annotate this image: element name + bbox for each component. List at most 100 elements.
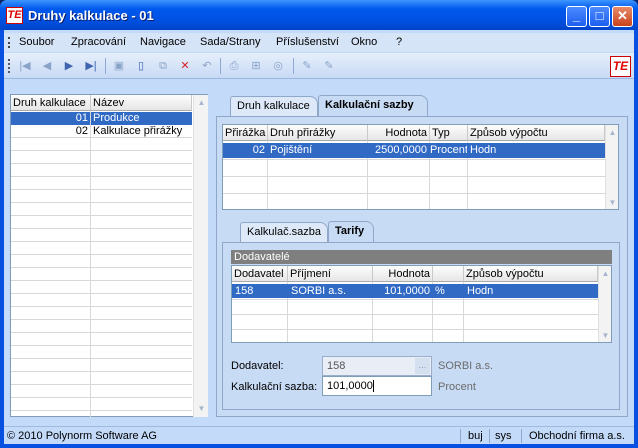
column-header-druh-prirazky[interactable]: Druh přirážky — [268, 125, 368, 141]
table-cell-zpusob: Hodn — [470, 144, 497, 156]
rate-input[interactable]: 101,0000 — [322, 376, 432, 396]
toolbar-separator — [105, 58, 106, 74]
status-system: sys — [495, 430, 512, 442]
column-header-prijmeni[interactable]: Příjmení — [288, 266, 373, 282]
scroll-down-icon[interactable]: ▼ — [606, 196, 618, 209]
row-divider — [11, 254, 192, 255]
column-header-dodavatel[interactable]: Dodavatel — [232, 266, 288, 282]
menu-zpracovani[interactable]: Zpracování — [71, 36, 126, 48]
row-divider — [11, 358, 192, 359]
undo-icon[interactable]: ↶ — [200, 59, 214, 73]
previous-record-icon[interactable]: ◀ — [40, 59, 54, 73]
application-window: TE Druhy kalkulace - 01 _ □ ✕ Soubor Zpr… — [0, 0, 638, 448]
scroll-up-icon[interactable]: ▲ — [606, 126, 618, 139]
row-divider — [11, 345, 192, 346]
menu-prislusenstvi[interactable]: Příslušenství — [276, 36, 339, 48]
brand-logo-icon: TE — [610, 56, 631, 77]
column-header-hodnota[interactable]: Hodnota — [368, 125, 430, 141]
column-header-unit[interactable] — [433, 266, 464, 282]
text-cursor — [372, 380, 374, 393]
row-divider — [11, 215, 192, 216]
table-cell-hodnota: 2500,0000 — [375, 144, 427, 156]
row-divider — [11, 176, 192, 177]
tab-tarify[interactable]: Tarify — [328, 221, 374, 242]
left-grid-scrollbar[interactable]: ▲ ▼ — [193, 95, 208, 417]
save-icon[interactable]: ▣ — [112, 59, 126, 73]
row-divider — [11, 410, 192, 411]
rate-label: Kalkulační sazba: — [231, 381, 318, 393]
row-divider — [11, 150, 192, 151]
column-header-zpusob-vypoctu[interactable]: Způsob výpočtu — [468, 125, 605, 141]
table-cell-typ: Procent — [430, 144, 467, 156]
edit-icon[interactable]: ✎ — [300, 59, 314, 73]
column-header-zpusob-vypoctu[interactable]: Způsob výpočtu — [464, 266, 598, 282]
window-title: Druhy kalkulace - 01 — [28, 8, 154, 23]
row-divider — [11, 397, 192, 398]
status-user: buj — [468, 430, 483, 442]
minimize-button[interactable]: _ — [566, 6, 587, 27]
title-bar[interactable]: TE Druhy kalkulace - 01 _ □ ✕ — [0, 0, 638, 30]
menu-bar: Soubor Zpracování Navigace Sada/Strany P… — [4, 33, 634, 52]
toolbar-grip-icon — [8, 59, 10, 73]
last-record-icon[interactable]: ▶| — [84, 59, 98, 73]
table-cell-dodavatel: 158 — [235, 285, 254, 297]
scroll-up-icon[interactable]: ▲ — [599, 267, 611, 280]
supplier-field[interactable]: 158 ... — [322, 356, 432, 376]
suppliers-group-header: Dodavatelé — [231, 250, 612, 264]
copy-icon[interactable]: ⧉ — [156, 59, 170, 73]
table-cell-code[interactable]: 01 — [11, 112, 90, 125]
column-header-typ[interactable]: Typ — [430, 125, 468, 141]
edit-disabled-icon[interactable]: ✎ — [322, 59, 336, 73]
scroll-down-icon[interactable]: ▼ — [599, 329, 611, 342]
supplier-name: SORBI a.s. — [438, 360, 494, 372]
toolbar-separator — [293, 58, 294, 74]
column-header-nazev[interactable]: Název — [91, 95, 192, 111]
search-icon[interactable]: ◎ — [271, 59, 285, 73]
row-divider — [11, 319, 192, 320]
structure-icon[interactable]: ⊞ — [249, 59, 263, 73]
column-header-prirazka[interactable]: Přirážka — [223, 125, 268, 141]
row-divider — [11, 306, 192, 307]
tab-druh-kalkulace[interactable]: Druh kalkulace — [230, 96, 318, 116]
tab-kalkulacni-sazby[interactable]: Kalkulační sazby — [318, 95, 428, 116]
status-separator — [460, 429, 461, 443]
first-record-icon[interactable]: |◀ — [18, 59, 32, 73]
supplier-lookup-button[interactable]: ... — [415, 358, 430, 374]
column-header-hodnota[interactable]: Hodnota — [373, 266, 433, 282]
menu-help[interactable]: ? — [396, 36, 402, 48]
row-divider — [11, 293, 192, 294]
next-record-icon[interactable]: ▶ — [62, 59, 76, 73]
column-header-druh-kalkulace[interactable]: Druh kalkulace — [11, 95, 91, 111]
new-record-icon[interactable]: ▯ — [134, 59, 148, 73]
table-cell-code[interactable]: 02 — [11, 125, 90, 138]
table-row[interactable]: 158 SORBI a.s. 101,0000 % Hodn — [232, 284, 598, 298]
close-button[interactable]: ✕ — [612, 6, 633, 27]
table-cell-name[interactable]: Kalkulace přirážky — [91, 125, 192, 138]
delete-icon[interactable]: ✕ — [178, 59, 192, 73]
menu-navigace[interactable]: Navigace — [140, 36, 186, 48]
calculation-types-grid[interactable]: Druh kalkulace Název 01 Produkce 02 Kalk… — [10, 94, 208, 418]
rates-grid-scrollbar[interactable]: ▲ ▼ — [605, 125, 618, 209]
supplier-label: Dodavatel: — [231, 360, 284, 372]
menu-sada-strany[interactable]: Sada/Strany — [200, 36, 261, 48]
table-cell-hodnota: 101,0000 — [384, 285, 430, 297]
print-icon[interactable]: ⎙ — [227, 59, 241, 73]
maximize-button[interactable]: □ — [589, 6, 610, 27]
table-cell-name[interactable]: Produkce — [91, 112, 192, 125]
row-divider — [223, 176, 605, 177]
scroll-down-icon[interactable]: ▼ — [195, 402, 208, 415]
row-divider — [11, 280, 192, 281]
rates-grid[interactable]: Přirážka Druh přirážky Hodnota Typ Způso… — [222, 124, 619, 210]
scroll-up-icon[interactable]: ▲ — [195, 96, 208, 109]
row-divider — [11, 202, 192, 203]
suppliers-grid[interactable]: Dodavatel Příjmení Hodnota Způsob výpočt… — [231, 265, 612, 343]
status-bar: © 2010 Polynorm Software AG buj sys Obch… — [4, 426, 634, 444]
menu-soubor[interactable]: Soubor — [19, 36, 54, 48]
suppliers-grid-scrollbar[interactable]: ▲ ▼ — [598, 266, 611, 342]
tab-kalkulac-sazba[interactable]: Kalkulač.sazba — [240, 222, 328, 242]
row-divider — [11, 384, 192, 385]
status-copyright: © 2010 Polynorm Software AG — [7, 430, 157, 442]
row-divider — [11, 189, 192, 190]
table-row[interactable]: 02 Pojištění 2500,0000 Procent Hodn — [223, 143, 605, 158]
menu-okno[interactable]: Okno — [351, 36, 377, 48]
